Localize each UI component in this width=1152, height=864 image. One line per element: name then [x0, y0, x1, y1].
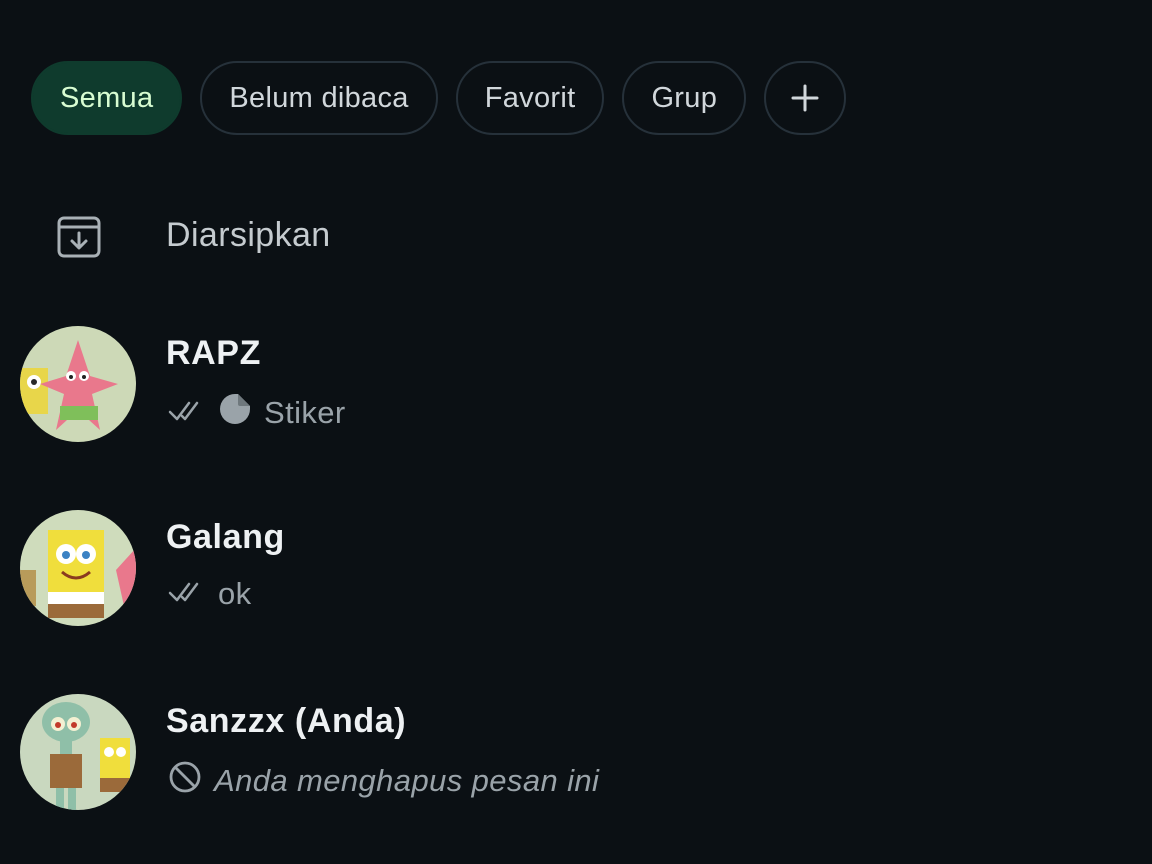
chat-preview-text: Stiker	[264, 395, 346, 430]
filter-chip-label: Favorit	[484, 81, 576, 114]
filter-chip-label: Belum dibaca	[229, 81, 409, 114]
filter-chip-favorit[interactable]: Favorit	[455, 61, 605, 135]
filter-chip-semua[interactable]: Semua	[31, 61, 183, 135]
filter-chip-grup[interactable]: Grup	[622, 61, 747, 135]
chat-name: Sanzzx (Anda)	[166, 702, 407, 740]
chat-list-screen: Semua Belum dibaca Favorit Grup Diarsipk…	[0, 0, 1152, 864]
avatar[interactable]	[20, 326, 136, 442]
chat-name: Galang	[166, 518, 285, 556]
filter-chip-label: Grup	[651, 81, 718, 114]
avatar[interactable]	[20, 510, 136, 626]
chat-preview-text: ok	[218, 576, 252, 611]
chat-preview: ok	[168, 576, 252, 612]
chat-preview: Stiker	[168, 392, 346, 434]
double-check-icon	[168, 576, 206, 612]
chat-preview: Anda menghapus pesan ini	[168, 760, 599, 802]
chat-row-sanzzx[interactable]: Sanzzx (Anda) Anda menghapus pesan ini	[0, 678, 1152, 828]
avatar[interactable]	[20, 694, 136, 810]
archive-icon	[55, 213, 103, 261]
archived-row[interactable]: Diarsipkan	[0, 196, 1152, 278]
chat-row-rapz[interactable]: RAPZ Stiker	[0, 310, 1152, 460]
archived-label: Diarsipkan	[166, 216, 331, 254]
filter-chips: Semua Belum dibaca Favorit Grup	[31, 61, 847, 135]
add-filter-button[interactable]	[764, 61, 847, 135]
filter-chip-belum-dibaca[interactable]: Belum dibaca	[200, 61, 438, 135]
double-check-icon	[168, 395, 206, 431]
sticker-icon	[218, 392, 252, 434]
filter-chip-label: Semua	[60, 81, 154, 114]
chat-preview-text: Anda menghapus pesan ini	[214, 763, 600, 798]
chat-row-galang[interactable]: Galang ok	[0, 494, 1152, 644]
plus-icon	[791, 84, 819, 112]
blocked-icon	[168, 760, 202, 802]
chat-name: RAPZ	[166, 334, 261, 372]
